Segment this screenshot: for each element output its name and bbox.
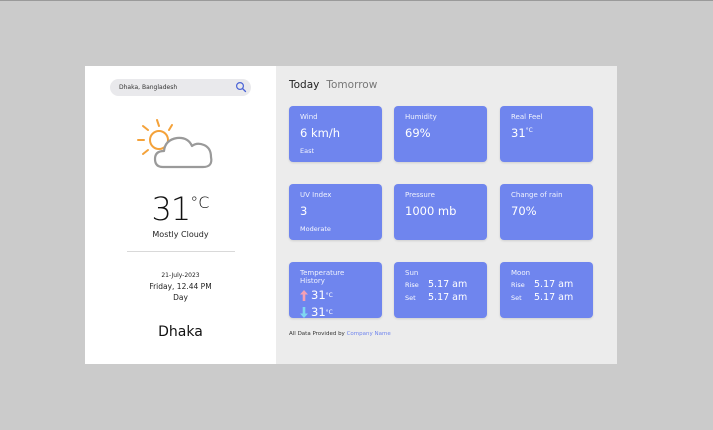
city-name: Dhaka [158, 324, 203, 340]
real-feel-unit: °C [525, 127, 533, 135]
moon-set-label: Set [511, 294, 522, 302]
sun-rise-row: Rise 5.17 am [405, 279, 476, 290]
search-input[interactable] [119, 84, 229, 91]
wind-value: 6 km/h [300, 126, 340, 140]
arrow-down-icon [300, 306, 308, 318]
real-feel-card: Real Feel 31°C [500, 106, 593, 162]
attribution-text: All Data Provided by [289, 331, 345, 337]
uv-index-card: UV Index 3 Moderate [289, 184, 382, 240]
real-feel-number: 31 [511, 126, 526, 140]
current-temperature: 31°C [85, 190, 276, 228]
attribution-link[interactable]: Company Name [347, 331, 391, 337]
history-low-unit: °C [325, 308, 333, 316]
search-icon[interactable] [235, 81, 247, 93]
sun-card: Sun Rise 5.17 am Set 5.17 am [394, 262, 487, 318]
moon-rise-row: Rise 5.17 am [511, 279, 582, 290]
tab-today[interactable]: Today [289, 79, 319, 91]
history-high-unit: °C [325, 291, 333, 299]
moon-set-row: Set 5.17 am [511, 292, 582, 303]
sun-label: Sun [405, 269, 419, 277]
sun-cloud-icon [137, 119, 213, 169]
left-panel: 31°C Mostly Cloudy 21-July-2023 Friday, … [85, 66, 276, 364]
moon-rise-label: Rise [511, 281, 525, 289]
temperature-unit: °C [190, 193, 210, 212]
arrow-up-icon [300, 289, 308, 301]
search-bar [110, 79, 251, 96]
sun-rise-value: 5.17 am [428, 279, 468, 290]
tab-tomorrow[interactable]: Tomorrow [326, 79, 377, 91]
moon-set-value: 5.17 am [534, 292, 574, 303]
uv-label: UV Index [300, 191, 332, 199]
humidity-card: Humidity 69% [394, 106, 487, 162]
history-label: Temperature History [300, 269, 345, 285]
temperature-history-card: Temperature History 31 °C 31 °C [289, 262, 382, 319]
rain-value: 70% [511, 204, 537, 218]
current-date: 21-July-2023 [161, 272, 200, 279]
data-attribution: All Data Provided by Company Name [289, 331, 391, 337]
current-time: Friday, 12.44 PM [149, 282, 212, 291]
sun-set-row: Set 5.17 am [405, 292, 476, 303]
wind-label: Wind [300, 113, 318, 121]
wind-card: Wind 6 km/h East [289, 106, 382, 162]
moon-rise-value: 5.17 am [534, 279, 574, 290]
sun-rise-label: Rise [405, 281, 419, 289]
history-low-row: 31 °C [300, 305, 371, 319]
moon-label: Moon [511, 269, 531, 277]
day-period: Day [173, 293, 188, 302]
sun-set-label: Set [405, 294, 416, 302]
rain-chance-card: Change of rain 70% [500, 184, 593, 240]
pressure-label: Pressure [405, 191, 435, 199]
right-panel: Today Tomorrow Wind 6 km/h East Humidity… [276, 66, 617, 364]
weather-condition: Mostly Cloudy [152, 230, 209, 239]
temperature-value: 31 [151, 190, 192, 228]
real-feel-label: Real Feel [511, 113, 543, 121]
uv-level: Moderate [300, 225, 331, 233]
top-border [0, 0, 713, 1]
uv-value: 3 [300, 204, 308, 218]
history-low-value: 31 [311, 305, 326, 319]
history-high-value: 31 [311, 288, 326, 302]
humidity-value: 69% [405, 126, 431, 140]
rain-label: Change of rain [511, 191, 563, 199]
moon-card: Moon Rise 5.17 am Set 5.17 am [500, 262, 593, 318]
history-high-row: 31 °C [300, 288, 371, 302]
day-tabs: Today Tomorrow [289, 79, 377, 91]
pressure-value: 1000 mb [405, 204, 457, 218]
weather-app: 31°C Mostly Cloudy 21-July-2023 Friday, … [85, 66, 617, 364]
real-feel-value: 31°C [511, 126, 582, 140]
divider [127, 251, 235, 252]
humidity-label: Humidity [405, 113, 437, 121]
pressure-card: Pressure 1000 mb [394, 184, 487, 240]
wind-direction: East [300, 147, 315, 155]
sun-set-value: 5.17 am [428, 292, 468, 303]
